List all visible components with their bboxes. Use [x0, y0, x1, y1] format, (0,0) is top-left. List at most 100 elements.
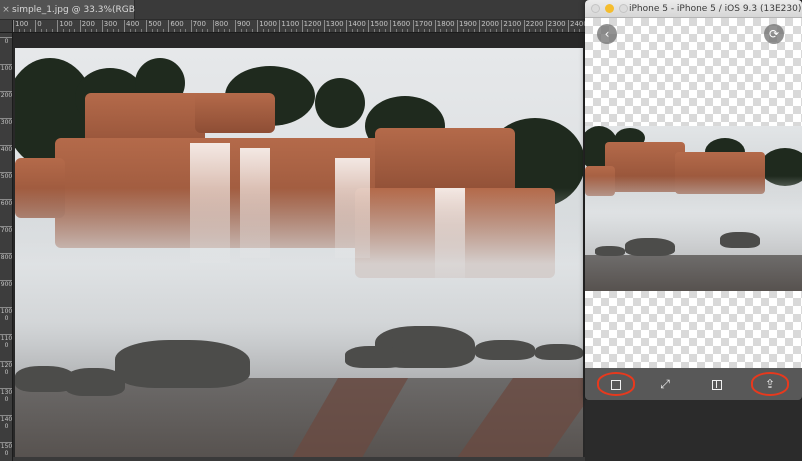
- photo-stone: [535, 344, 583, 360]
- window-close-button[interactable]: [591, 4, 600, 13]
- ruler-minor-tick: [185, 29, 187, 32]
- ruler-minor-tick: [223, 29, 225, 32]
- refresh-button[interactable]: ⟳: [764, 24, 784, 44]
- ruler-minor-tick: [395, 29, 397, 32]
- ruler-minor-tick: [573, 29, 575, 32]
- bottom-toolbar: ⤢ ⇪: [585, 368, 802, 400]
- ruler-tick-label: 400: [124, 20, 139, 32]
- image-editor: × simple_1.jpg @ 33.3%(RGB/8) 100 0 100 200 3…: [0, 0, 590, 461]
- ruler-minor-tick: [151, 29, 153, 32]
- horizontal-ruler[interactable]: 100 0 100 200 300 400 500 600 700 800 900 1000 1100 1…: [13, 20, 590, 33]
- ruler-minor-tick: [512, 29, 514, 32]
- simulator-titlebar[interactable]: iPhone 5 - iPhone 5 / iOS 9.3 (13E230): [585, 0, 802, 18]
- ruler-tick-label: 700: [190, 20, 206, 32]
- device-screen[interactable]: ‹ ⟳: [585, 18, 802, 368]
- preview-stone: [720, 232, 760, 248]
- ruler-minor-tick: [440, 29, 442, 32]
- ruler-minor-tick: [218, 29, 220, 32]
- ruler-minor-tick: [24, 29, 26, 32]
- ruler-minor-tick: [340, 29, 342, 32]
- ruler-minor-tick: [118, 29, 120, 32]
- ruler-tick-label: 500: [0, 172, 13, 180]
- ruler-tick-label: 400: [0, 145, 13, 153]
- ruler-tick-label: 1300: [0, 388, 13, 403]
- desktop-background: [585, 400, 802, 461]
- ruler-minor-tick: [207, 29, 209, 32]
- ruler-minor-tick: [262, 29, 264, 32]
- vertical-ruler[interactable]: 0 100 200 300 400 500 600 700 800 900 1000 1100 1200…: [0, 33, 13, 461]
- document-image[interactable]: [15, 48, 583, 458]
- ruler-minor-tick: [90, 29, 92, 32]
- photo-stone: [15, 366, 75, 392]
- ruler-minor-tick: [312, 29, 314, 32]
- ruler-minor-tick: [506, 29, 508, 32]
- window-zoom-button[interactable]: [619, 4, 628, 13]
- ruler-minor-tick: [551, 29, 553, 32]
- ruler-minor-tick: [18, 29, 20, 32]
- ruler-minor-tick: [362, 29, 364, 32]
- document-tab-label: simple_1.jpg @ 33.3%(RGB/8): [12, 5, 148, 15]
- ruler-minor-tick: [490, 29, 492, 32]
- close-tab-icon[interactable]: ×: [0, 0, 12, 20]
- export-icon: ⇪: [764, 377, 776, 391]
- save-image-button[interactable]: [597, 372, 635, 396]
- ruler-minor-tick: [179, 29, 181, 32]
- preview-mist: [585, 176, 802, 256]
- ruler-minor-tick: [140, 29, 142, 32]
- ruler-tick-label: 600: [168, 20, 184, 32]
- ruler-minor-tick: [429, 29, 431, 32]
- refresh-icon: ⟳: [768, 27, 780, 41]
- ruler-minor-tick: [407, 29, 409, 32]
- ruler-minor-tick: [401, 29, 403, 32]
- ruler-tick-label: 800: [212, 20, 228, 32]
- ruler-tick-label: 1400: [0, 415, 13, 430]
- ruler-minor-tick: [418, 29, 420, 32]
- ruler-minor-tick: [62, 29, 64, 32]
- ruler-minor-tick: [351, 29, 353, 32]
- compare-icon: [712, 379, 722, 390]
- ruler-minor-tick: [334, 29, 336, 32]
- photo-rock: [195, 93, 275, 133]
- compare-button[interactable]: [707, 374, 727, 394]
- ruler-minor-tick: [246, 29, 248, 32]
- tab-bar: [135, 0, 590, 20]
- image-preview[interactable]: [585, 126, 802, 291]
- fullscreen-icon: ⤢: [660, 377, 670, 391]
- ios-simulator-window: iPhone 5 - iPhone 5 / iOS 9.3 (13E230) ‹…: [585, 0, 802, 400]
- ruler-minor-tick: [290, 29, 292, 32]
- ruler-minor-tick: [296, 29, 298, 32]
- export-button[interactable]: ⇪: [751, 372, 789, 396]
- ruler-tick-label: 700: [0, 226, 13, 234]
- window-minimize-button[interactable]: [605, 4, 614, 13]
- ruler-minor-tick: [107, 29, 109, 32]
- ruler-minor-tick: [484, 29, 486, 32]
- ruler-minor-tick: [201, 29, 203, 32]
- fullscreen-button[interactable]: ⤢: [655, 374, 675, 394]
- ruler-minor-tick: [518, 29, 520, 32]
- ruler-minor-tick: [373, 29, 375, 32]
- document-tab[interactable]: × simple_1.jpg @ 33.3%(RGB/8): [0, 0, 147, 20]
- ruler-tick-label: 1200: [0, 361, 13, 376]
- ruler-minor-tick: [129, 29, 131, 32]
- ruler-minor-tick: [556, 29, 558, 32]
- ruler-corner[interactable]: [0, 20, 13, 33]
- ruler-tick-label: 600: [0, 199, 13, 207]
- ruler-minor-tick: [157, 29, 159, 32]
- canvas-area[interactable]: [13, 33, 590, 461]
- ruler-minor-tick: [273, 29, 275, 32]
- ruler-minor-tick: [423, 29, 425, 32]
- ruler-minor-tick: [196, 29, 198, 32]
- ruler-tick-label: 800: [0, 253, 13, 261]
- ruler-tick-label: 1000: [0, 307, 13, 322]
- ruler-minor-tick: [240, 29, 242, 32]
- ruler-tick-label: 0: [0, 37, 12, 45]
- photo-stone: [475, 340, 535, 360]
- ruler-tick-label: 100: [0, 64, 13, 72]
- ruler-minor-tick: [379, 29, 381, 32]
- back-button[interactable]: ‹: [597, 24, 617, 44]
- status-bar: [13, 457, 590, 461]
- ruler-minor-tick: [173, 29, 175, 32]
- ruler-minor-tick: [68, 29, 70, 32]
- photo-stone: [115, 340, 250, 388]
- preview-stone: [595, 246, 625, 256]
